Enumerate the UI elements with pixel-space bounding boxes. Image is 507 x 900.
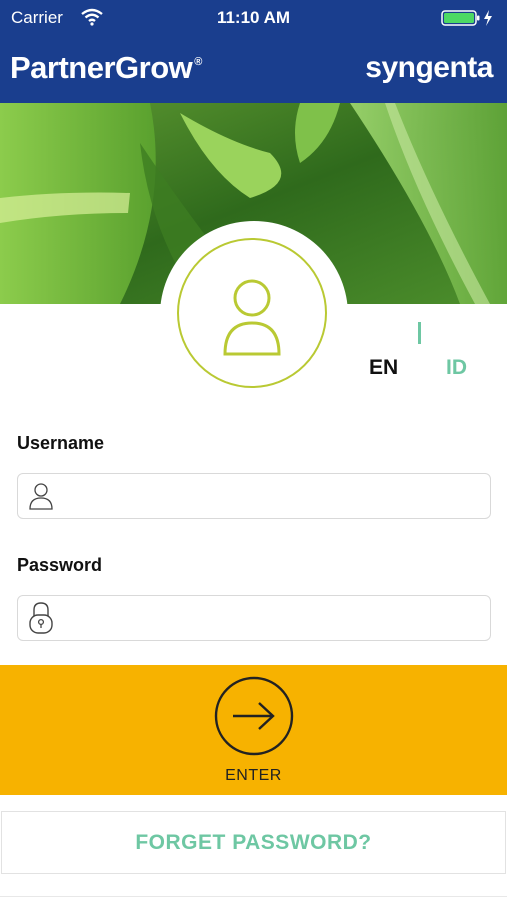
lock-icon	[29, 602, 53, 634]
user-icon	[223, 279, 281, 356]
password-input[interactable]	[66, 596, 480, 642]
username-label: Username	[17, 433, 105, 453]
language-separator	[418, 322, 421, 344]
avatar	[160, 221, 348, 409]
password-field[interactable]	[17, 595, 491, 642]
arrow-right-circle-icon	[214, 676, 294, 756]
language-option-id[interactable]: ID	[446, 356, 467, 380]
forget-password-button[interactable]: FORGET PASSWORD?	[1, 811, 506, 874]
partnergrow-logo: PartnerGrow ®	[10, 50, 202, 86]
avatar-ring	[177, 238, 327, 388]
username-input[interactable]	[66, 474, 480, 520]
syngenta-logo: syngenta	[365, 51, 493, 85]
person-icon	[29, 483, 53, 510]
syngenta-wordmark: syngenta	[365, 51, 493, 84]
status-bar: Carrier 11:10 AM	[0, 0, 507, 36]
partnergrow-wordmark: PartnerGrow	[10, 50, 193, 85]
password-label: Password	[17, 555, 103, 575]
brand-header: PartnerGrow ® syngenta	[0, 36, 507, 103]
language-option-en[interactable]: EN	[369, 356, 398, 380]
registered-mark: ®	[194, 56, 202, 68]
divider	[0, 896, 507, 897]
enter-button[interactable]: ENTER	[0, 665, 507, 795]
battery-icon	[441, 9, 497, 32]
clock: 11:10 AM	[216, 8, 291, 27]
username-field[interactable]	[17, 473, 491, 520]
enter-label: ENTER	[225, 767, 282, 784]
